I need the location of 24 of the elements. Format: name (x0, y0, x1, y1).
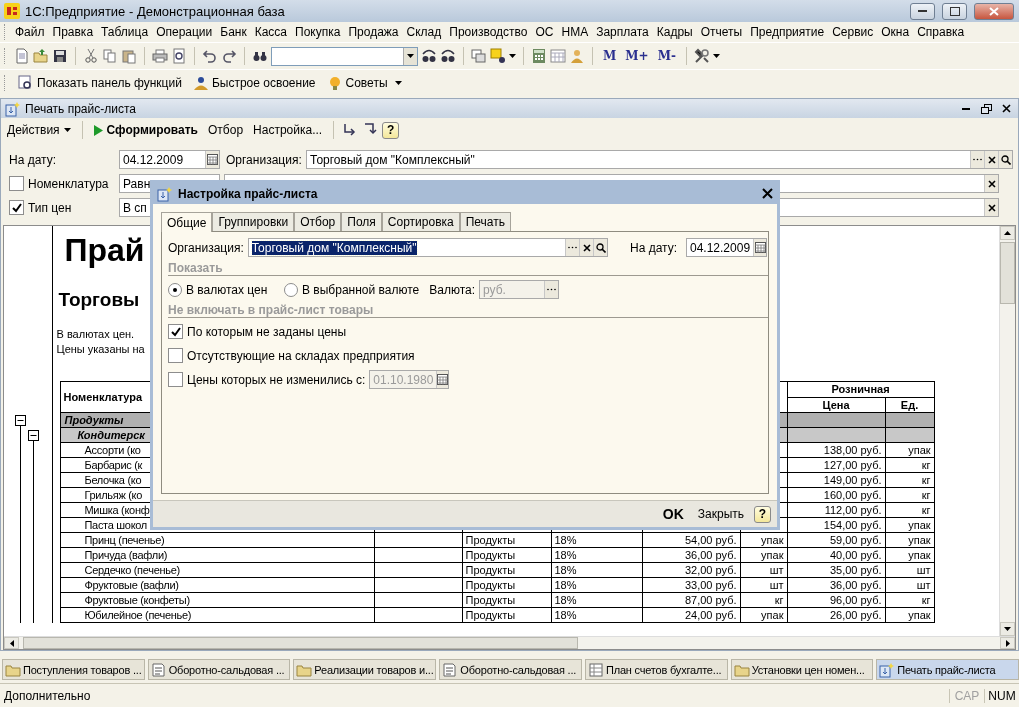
organization-label: Организация: (168, 240, 244, 255)
radio-label: В выбранной валюте (302, 282, 420, 297)
radio-label: В валютах цен (186, 282, 268, 297)
section-heading: Не включать в прайс-лист товары (168, 303, 374, 317)
filter-label: Тип цен (28, 200, 72, 215)
report-note: В валютах цен. (56, 328, 135, 340)
organization-label: Организация: (225, 152, 303, 167)
section-heading: Показать (168, 261, 223, 275)
option-label: Отсутствующие на складах предприятия (187, 348, 415, 363)
window-title: 1С:Предприятие - Демонстрационная база (25, 3, 286, 19)
column-header: Розничная (787, 381, 935, 397)
report-note: Цены указаны на (56, 343, 145, 355)
status-indicator: CAP (949, 688, 984, 703)
status-indicator: NUM (984, 688, 1019, 703)
document-title: Печать прайс-листа (25, 101, 137, 116)
option-label: По которым не заданы цены (187, 324, 347, 339)
dialog-title: Настройка прайс-листа (178, 186, 319, 201)
currency-label: Валюта: (429, 282, 475, 297)
status-text: Дополнительно (3, 688, 92, 703)
date-label: На дату: (9, 152, 58, 167)
filter-label: Номенклатура (28, 176, 109, 191)
date-label: На дату: (630, 240, 679, 255)
report-subtitle: Торговы (58, 289, 140, 311)
report-title: Прай (64, 232, 145, 269)
